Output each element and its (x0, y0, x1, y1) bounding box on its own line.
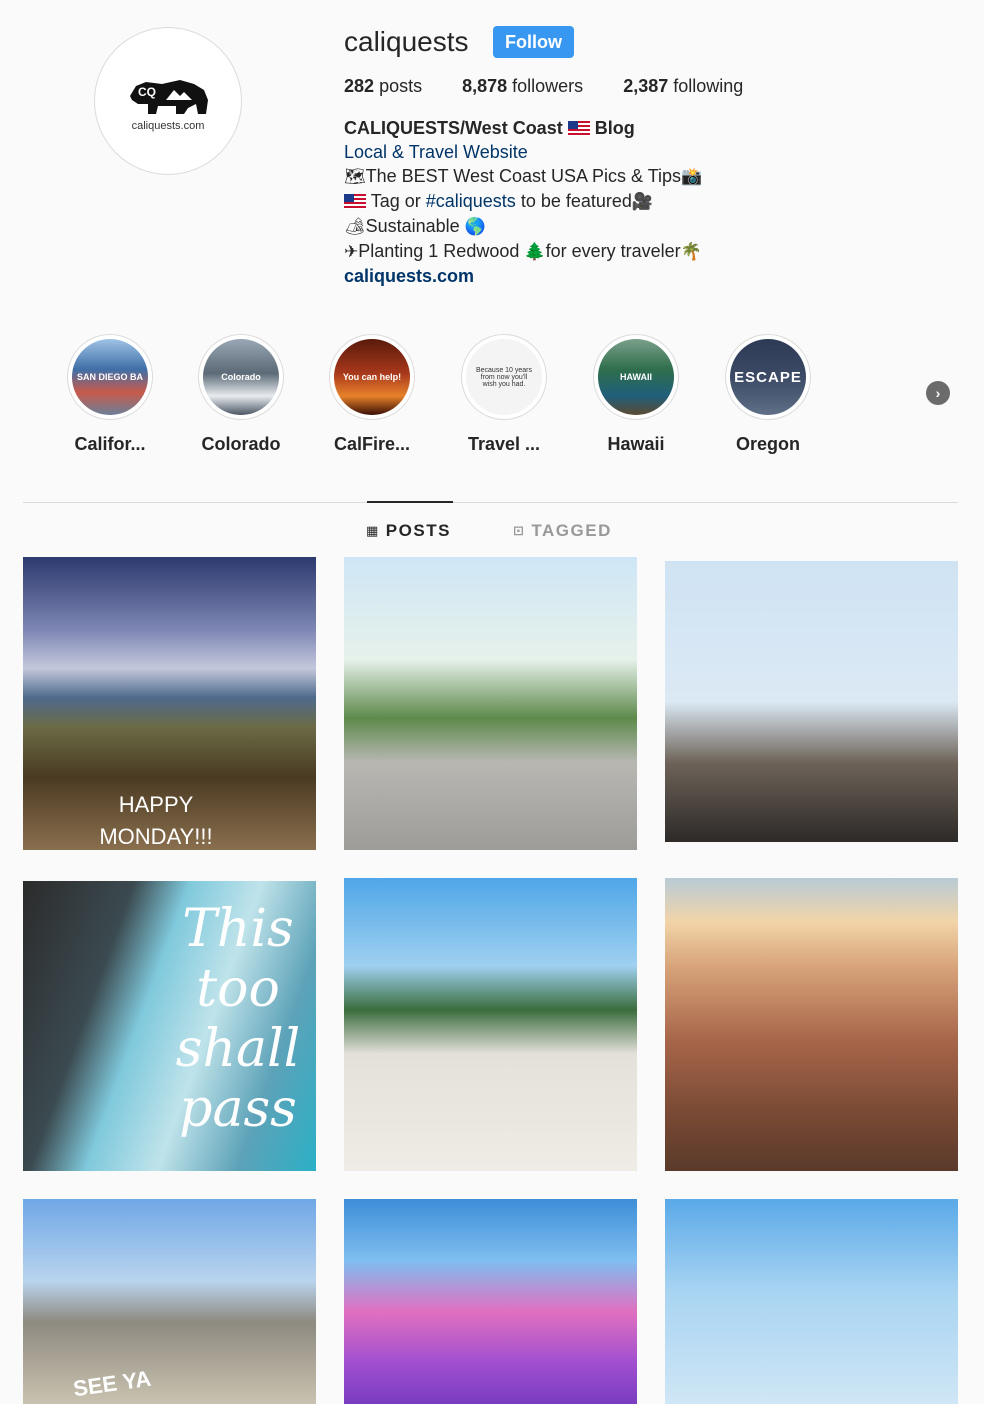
post-tile[interactable] (344, 557, 637, 850)
avatar-caption: caliquests.com (131, 120, 205, 132)
post-tile[interactable]: HAPPY MONDAY!!! (23, 557, 316, 850)
chevron-right-icon[interactable]: › (926, 381, 950, 405)
bio-name: CALIQUESTS/West Coast Blog (344, 118, 635, 138)
highlight-thumb: HAWAII (598, 339, 674, 415)
video-camera-icon: 🎥 (631, 192, 654, 211)
camera-icon: 📸 (681, 167, 703, 186)
tab-posts[interactable]: ▦ POSTS (366, 521, 451, 541)
airplane-icon: ✈ (344, 242, 359, 261)
highlight-hawaii[interactable]: HAWAII Hawaii (588, 334, 684, 455)
post-caption-line: SEE YA (71, 1365, 153, 1402)
tree-icon: 🌲 (524, 242, 546, 261)
highlight-calfire[interactable]: You can help! CalFire... (324, 334, 420, 455)
us-flag-icon (344, 194, 366, 209)
tagged-icon: ⊡ (513, 523, 526, 538)
post-tile[interactable] (665, 878, 958, 1171)
follow-button[interactable]: Follow (493, 26, 574, 58)
highlight-thumb: You can help! (334, 339, 410, 415)
bio-line-4: ✈Planting 1 Redwood 🌲for every traveler🌴 (344, 239, 702, 264)
tabs-divider (23, 502, 958, 503)
posts-stat: 282 posts (344, 76, 423, 96)
post-tile[interactable] (344, 878, 637, 1171)
bio-line-3: 🏕Sustainable 🌎 (344, 214, 702, 239)
profile-username: caliquests (344, 26, 469, 57)
following-stat[interactable]: 2,387 following (623, 76, 743, 97)
story-highlights: SAN DIEGO BA Califor... Colorado Colorad… (62, 334, 862, 454)
bio-line-2: Tag or #caliquests to be featured🎥 (344, 189, 702, 214)
post-tile[interactable]: SEE YA (23, 1199, 316, 1404)
map-icon: 🗺 (344, 167, 366, 186)
highlight-travel[interactable]: Because 10 years from now you'll wish yo… (456, 334, 552, 455)
post-tile[interactable] (344, 1199, 637, 1404)
highlight-thumb: SAN DIEGO BA (72, 339, 148, 415)
bio-line-1: 🗺The BEST West Coast USA Pics & Tips📸 (344, 164, 702, 189)
svg-text:CQ: CQ (138, 85, 156, 99)
tab-tagged[interactable]: ⊡ TAGGED (513, 521, 612, 541)
post-caption-line: MONDAY!!! (99, 824, 213, 849)
us-flag-icon (567, 121, 590, 136)
bio-website-link[interactable]: caliquests.com (344, 264, 702, 288)
camping-icon: 🏕 (344, 217, 366, 236)
post-tile[interactable] (665, 561, 958, 842)
followers-stat[interactable]: 8,878 followers (462, 76, 583, 97)
highlight-colorado[interactable]: Colorado Colorado (193, 334, 289, 455)
post-caption-line: too (196, 959, 280, 1019)
bio-category: Local & Travel Website (344, 142, 528, 162)
palm-tree-icon: 🌴 (680, 242, 702, 261)
post-caption-line: pass (179, 1079, 297, 1139)
highlight-california[interactable]: SAN DIEGO BA Califor... (62, 334, 158, 455)
profile-avatar[interactable]: CQ caliquests.com (94, 27, 242, 175)
post-caption-line: shall (175, 1019, 301, 1079)
profile-stats: 282 posts 8,878 followers 2,387 followin… (344, 76, 743, 97)
post-tile[interactable]: This too shall pass (23, 881, 316, 1171)
highlight-oregon[interactable]: ESCAPE Oregon (720, 334, 816, 455)
active-tab-indicator (367, 501, 453, 503)
highlight-thumb: ESCAPE (730, 339, 806, 415)
post-tile[interactable] (665, 1199, 958, 1404)
profile-bio: CALIQUESTS/West Coast Blog Local & Trave… (344, 116, 702, 288)
post-caption-line: HAPPY (118, 792, 194, 817)
bear-logo-icon: CQ (130, 80, 208, 114)
globe-icon: 🌎 (464, 217, 486, 236)
post-caption-line: This (182, 899, 294, 959)
grid-icon: ▦ (366, 523, 380, 538)
highlight-thumb: Because 10 years from now you'll wish yo… (466, 339, 542, 415)
highlight-thumb: Colorado (203, 339, 279, 415)
hashtag-link[interactable]: #caliquests (426, 191, 516, 211)
